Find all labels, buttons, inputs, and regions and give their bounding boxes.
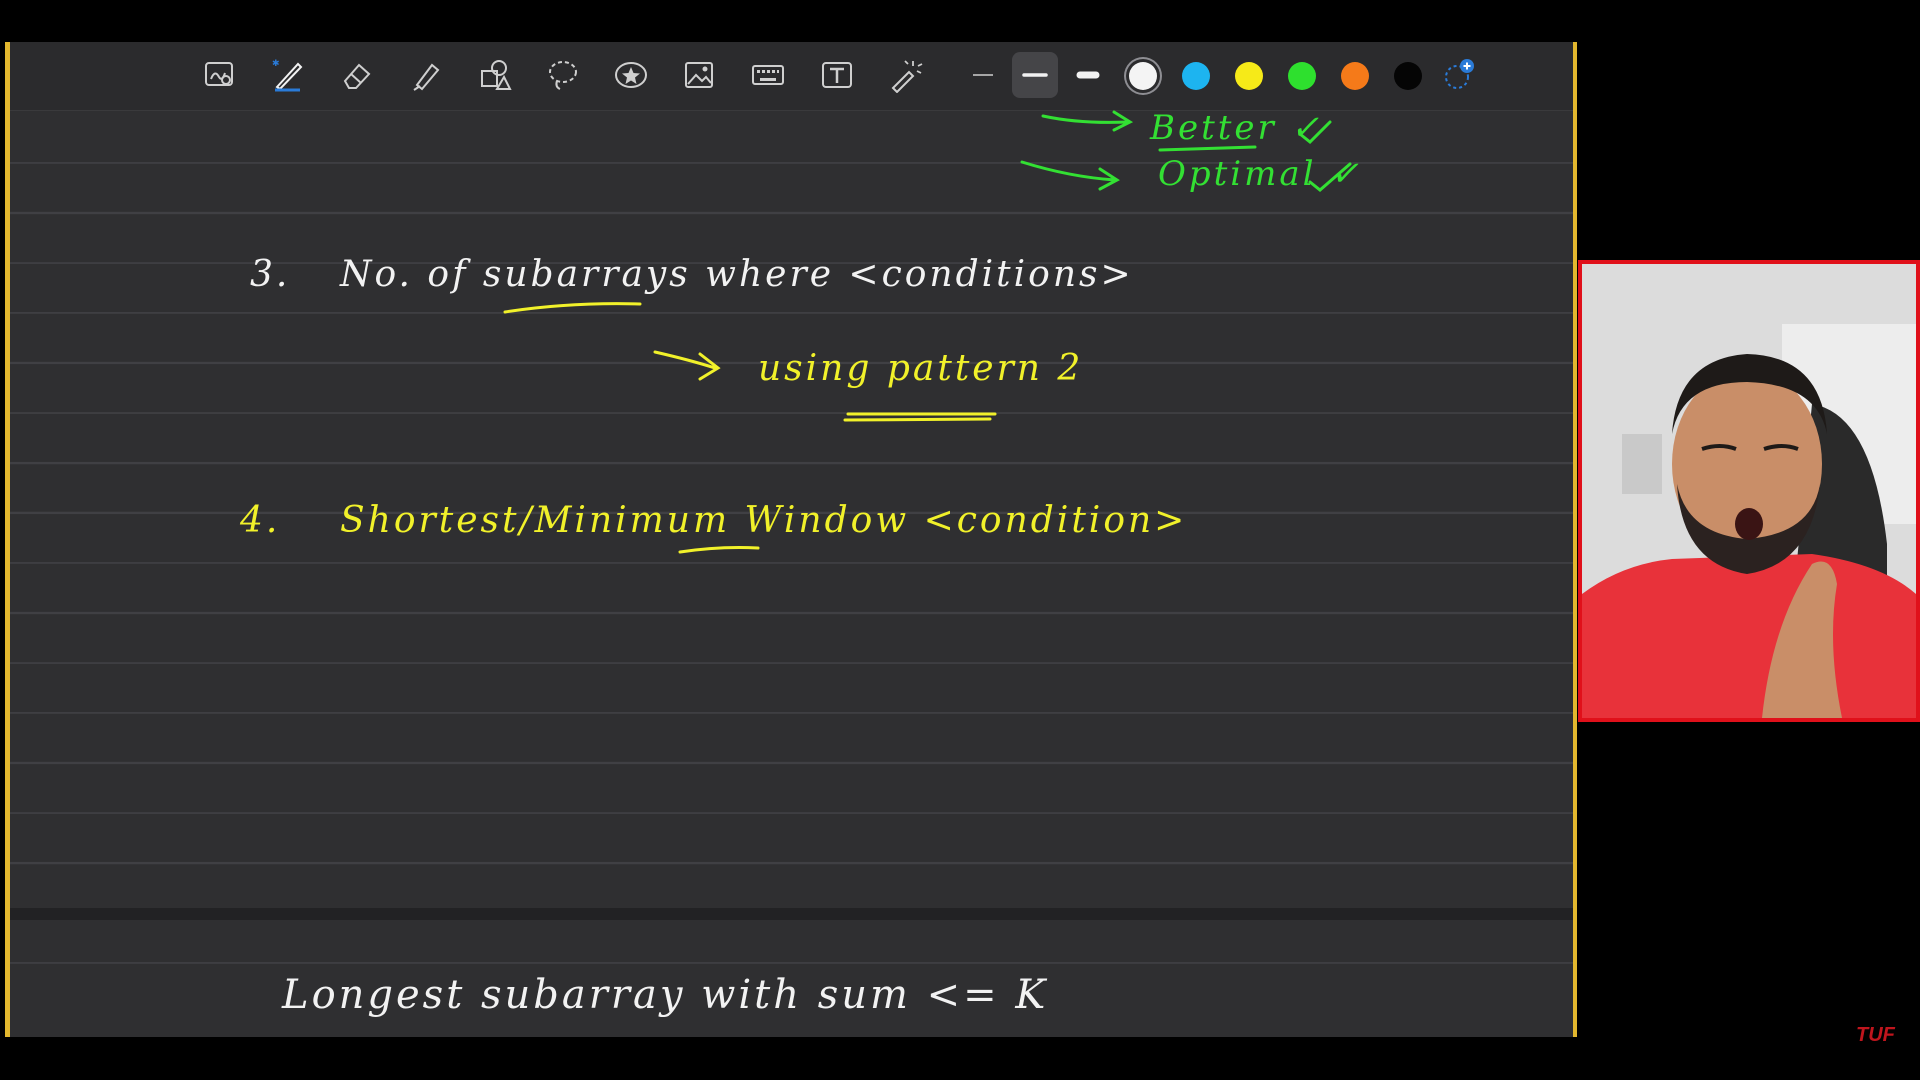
stroke-width-thick[interactable] — [1065, 52, 1111, 98]
highlighter-icon — [413, 63, 440, 91]
channel-watermark: TUF — [1856, 1024, 1895, 1046]
add-color-icon — [1445, 59, 1474, 89]
pen-icon: ✱ — [272, 59, 303, 92]
color-swatch-orange[interactable] — [1341, 62, 1369, 90]
pen-tool[interactable]: ✱ — [265, 52, 311, 98]
color-swatch-blue[interactable] — [1182, 62, 1210, 90]
webcam-overlay — [1578, 260, 1920, 722]
lasso-icon — [549, 61, 577, 90]
image-icon — [685, 62, 713, 88]
item3-subnote: using pattern 2 — [758, 348, 1084, 389]
thin-line-icon — [973, 74, 993, 76]
color-swatch-yellow[interactable] — [1235, 62, 1263, 90]
stroke-width-medium[interactable] — [1012, 52, 1058, 98]
shapes-icon — [481, 60, 512, 90]
star-sticker-icon — [615, 62, 647, 88]
note-optimal: Optimal ✓ — [1158, 154, 1362, 194]
page2-text: Longest subarray with sum <= K — [282, 972, 1049, 1018]
text-box-icon — [822, 62, 852, 88]
laser-pointer-tool[interactable] — [882, 52, 928, 98]
highlighter-tool[interactable] — [403, 52, 449, 98]
item4-text: Shortest/Minimum Window <condition> — [340, 500, 1188, 541]
notebook-canvas[interactable]: ✱ Better ✓ Optimal ✓ 3. No. of subarrays… — [5, 42, 1577, 1037]
sticker-tool[interactable] — [608, 52, 654, 98]
lasso-tool[interactable] — [540, 52, 586, 98]
color-swatch-black[interactable] — [1394, 62, 1422, 90]
presenter-video — [1582, 264, 1916, 718]
eraser-tool[interactable] — [334, 52, 380, 98]
medium-line-icon — [1022, 73, 1048, 77]
laser-pointer-icon — [891, 60, 923, 93]
item4-number: 4. — [240, 500, 281, 541]
thick-line-icon — [1076, 71, 1100, 79]
image-tool[interactable] — [676, 52, 722, 98]
note-better: Better ✓ — [1150, 108, 1323, 148]
color-swatch-white[interactable] — [1129, 62, 1157, 90]
item3-number: 3. — [250, 254, 291, 295]
text-tool[interactable] — [814, 52, 860, 98]
item3-text: No. of subarrays where <conditions> — [340, 254, 1134, 295]
stroke-width-thin[interactable] — [960, 52, 1006, 98]
keyboard-tool[interactable] — [745, 52, 791, 98]
shapes-tool[interactable] — [472, 52, 518, 98]
zoom-box-icon — [205, 62, 233, 86]
svg-text:✱: ✱ — [272, 59, 280, 69]
drawing-toolbar: ✱ — [10, 42, 1573, 111]
zoom-box-tool[interactable] — [197, 52, 243, 98]
page-separator — [10, 908, 1573, 920]
color-swatch-green[interactable] — [1288, 62, 1316, 90]
add-color-button[interactable] — [1436, 52, 1482, 98]
keyboard-icon — [752, 65, 784, 85]
eraser-icon — [343, 63, 371, 89]
